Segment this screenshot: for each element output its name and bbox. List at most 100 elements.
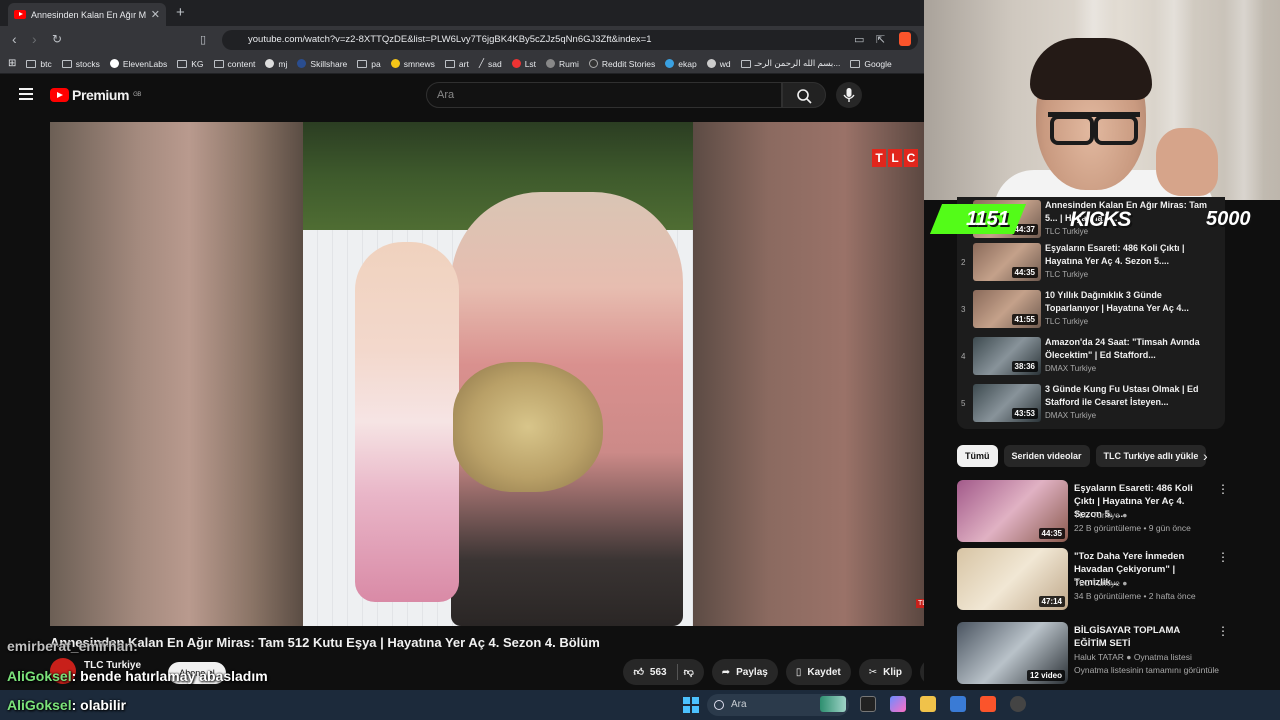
new-tab-button[interactable]: + (176, 4, 185, 21)
like-button[interactable]: 👍︎ 563 👎︎ (623, 659, 704, 685)
recommended-title: BİLGİSAYAR TOPLAMA EĞİTİM SETİ (1074, 625, 1180, 649)
chip-series[interactable]: Seriden videolar (1003, 445, 1090, 467)
forward-icon[interactable]: › (32, 31, 37, 47)
browser-tab[interactable]: Annesinden Kalan En Ağır Mi ✕ (8, 3, 166, 26)
playlist-item[interactable]: 5 43:53 3 Günde Kung Fu Ustası Olmak | E… (957, 381, 1225, 427)
reload-icon[interactable]: ↻ (52, 32, 62, 46)
playlist-thumbnail: 12 video (957, 622, 1068, 684)
url-field[interactable]: youtube.com/watch?v=z2-8XTTQzDE&list=PLW… (222, 30, 918, 50)
brave-browser-icon[interactable] (980, 696, 996, 712)
bookmark-item[interactable]: Google (850, 59, 892, 69)
recommended-meta: 34 B görüntüleme • 2 hafta önce (1074, 591, 1196, 601)
streamer-glasses (1048, 112, 1140, 145)
skillshare-icon (297, 59, 307, 68)
recommended-channel: TLC Turkiye ● (1074, 510, 1128, 520)
bookmark-item[interactable]: KG (177, 59, 204, 69)
bookmark-item[interactable]: content (213, 59, 255, 69)
folder-icon (177, 59, 188, 68)
bookmark-item[interactable]: art (444, 59, 469, 69)
save-button[interactable]: ▯ Kaydet (785, 659, 851, 685)
search-button[interactable] (782, 82, 826, 108)
search-input[interactable]: Ara (426, 82, 782, 108)
obs-icon[interactable] (1010, 696, 1026, 712)
bookmark-item[interactable]: smnews (390, 59, 435, 69)
snipping-tool-icon[interactable] (950, 696, 966, 712)
youtube-header: Premium GB Ara (0, 74, 924, 118)
back-icon[interactable]: ‹ (12, 31, 17, 47)
thumbs-up-icon: 👍︎ (633, 667, 644, 678)
chip-all[interactable]: Tümü (957, 445, 998, 467)
playlist-item[interactable]: 2 44:35 Eşyaların Esareti: 486 Koli Çıkt… (957, 240, 1225, 286)
more-options-icon[interactable]: ⋮ (1217, 550, 1229, 564)
share-button[interactable]: ➦ Paylaş (711, 659, 778, 685)
bookmark-item[interactable]: ElevenLabs (109, 59, 167, 69)
bookmark-item[interactable]: btc (26, 59, 52, 69)
bookmark-item[interactable]: ╱ sad (479, 58, 502, 69)
chevron-right-icon[interactable]: › (1203, 448, 1208, 464)
bookmark-item[interactable]: بسم الله الرحمن الرحـ... (740, 58, 840, 69)
cast-icon[interactable]: ▭ (854, 33, 864, 46)
chat-message: emirberat_emirhan: (7, 638, 138, 654)
copilot-icon[interactable] (890, 696, 906, 712)
bookmark-item[interactable]: mj (265, 59, 287, 69)
task-view-icon[interactable] (860, 696, 876, 712)
clip-button[interactable]: ✂ Klip (858, 659, 912, 685)
share-icon[interactable]: ⇱ (876, 33, 885, 46)
bookmarks-bar: ⊞ btc stocks ElevenLabs KG content mj Sk… (0, 54, 924, 74)
recommended-video[interactable]: 47:14 "Toz Daha Yere İnmeden Havadan Çek… (957, 548, 1229, 612)
bookmark-item[interactable]: wd (706, 59, 731, 69)
playlist-item-title: 10 Yıllık Dağınıklık 3 Günde Toparlanıyo… (1045, 290, 1189, 313)
playlist-item[interactable]: 3 41:55 10 Yıllık Dağınıklık 3 Günde Top… (957, 287, 1225, 333)
playlist-thumbnail: 38:36 (973, 337, 1041, 375)
file-explorer-icon[interactable] (920, 696, 936, 712)
browser-tab-strip: Annesinden Kalan En Ağır Mi ✕ + (0, 0, 924, 26)
slash-icon: ╱ (478, 58, 484, 68)
bookmark-item[interactable]: Lst (511, 59, 536, 69)
playlist-thumbnail: 44:35 (973, 243, 1041, 281)
bookmark-item[interactable]: Reddit Stories (588, 59, 655, 69)
view-full-playlist-link[interactable]: Oynatma listesinin tamamını görüntüle (1074, 665, 1219, 675)
video-girl (355, 242, 459, 602)
tab-title: Annesinden Kalan En Ağır Mi (31, 9, 146, 20)
folder-icon (850, 59, 861, 68)
brave-shield-icon[interactable] (899, 32, 911, 46)
more-options-icon[interactable]: ⋮ (1217, 624, 1229, 638)
tlc-watermark-logo: T L C (872, 149, 918, 167)
address-bar-row: ‹ › ↻ ▯ youtube.com/watch?v=z2-8XTTQzDE&… (0, 26, 924, 54)
verified-icon: ● (1122, 510, 1128, 520)
menu-icon[interactable] (19, 88, 33, 100)
video-player[interactable]: T L C TLC (50, 122, 946, 626)
playlist-item-channel: DMAX Turkiye (1045, 364, 1097, 373)
github-icon (265, 59, 275, 68)
apps-grid-icon[interactable]: ⊞ (8, 58, 16, 69)
recommended-video[interactable]: 44:35 Eşyaların Esareti: 486 Koli Çıktı … (957, 480, 1229, 544)
chat-username: AliGoksel (7, 668, 72, 684)
bookmark-save-icon: ▯ (795, 666, 802, 678)
verified-icon: ● (1122, 578, 1128, 588)
elevenlabs-icon (109, 59, 119, 68)
voice-search-button[interactable] (836, 82, 862, 108)
bookmark-item[interactable]: Skillshare (297, 59, 347, 69)
youtube-premium-logo[interactable]: Premium GB (50, 87, 141, 103)
playlist-item[interactable]: 4 38:36 Amazon'da 24 Saat: "Timsah Avınd… (957, 334, 1225, 380)
lst-icon (511, 59, 521, 68)
recommended-channel: TLC Turkiye ● (1074, 578, 1128, 588)
video-thumbnail: 44:35 (957, 480, 1068, 542)
chip-channel-uploads[interactable]: TLC Turkiye adlı yükle (1095, 445, 1207, 467)
bookmark-item[interactable]: pa (357, 59, 381, 69)
chat-text: olabilir (80, 697, 127, 713)
thumbs-down-icon[interactable]: 👎︎ (684, 666, 694, 678)
folder-icon (61, 59, 72, 68)
tab-close-icon[interactable]: ✕ (151, 8, 160, 21)
youtube-favicon-icon (14, 10, 26, 19)
bookmark-item[interactable]: stocks (61, 59, 100, 69)
page-icon (740, 59, 751, 68)
recommended-playlist[interactable]: 12 video BİLGİSAYAR TOPLAMA EĞİTİM SETİ … (957, 622, 1229, 688)
kicks-goal-overlay: 1151 KICKS 5000 (929, 200, 1280, 238)
bookmark-icon[interactable]: ▯ (200, 33, 206, 46)
chat-message: AliGoksel: olabilir (7, 697, 127, 713)
more-options-icon[interactable]: ⋮ (1217, 482, 1229, 496)
bookmark-item[interactable]: ekap (665, 59, 697, 69)
windows-start-icon[interactable] (683, 697, 699, 713)
bookmark-item[interactable]: Rumi (546, 59, 579, 69)
